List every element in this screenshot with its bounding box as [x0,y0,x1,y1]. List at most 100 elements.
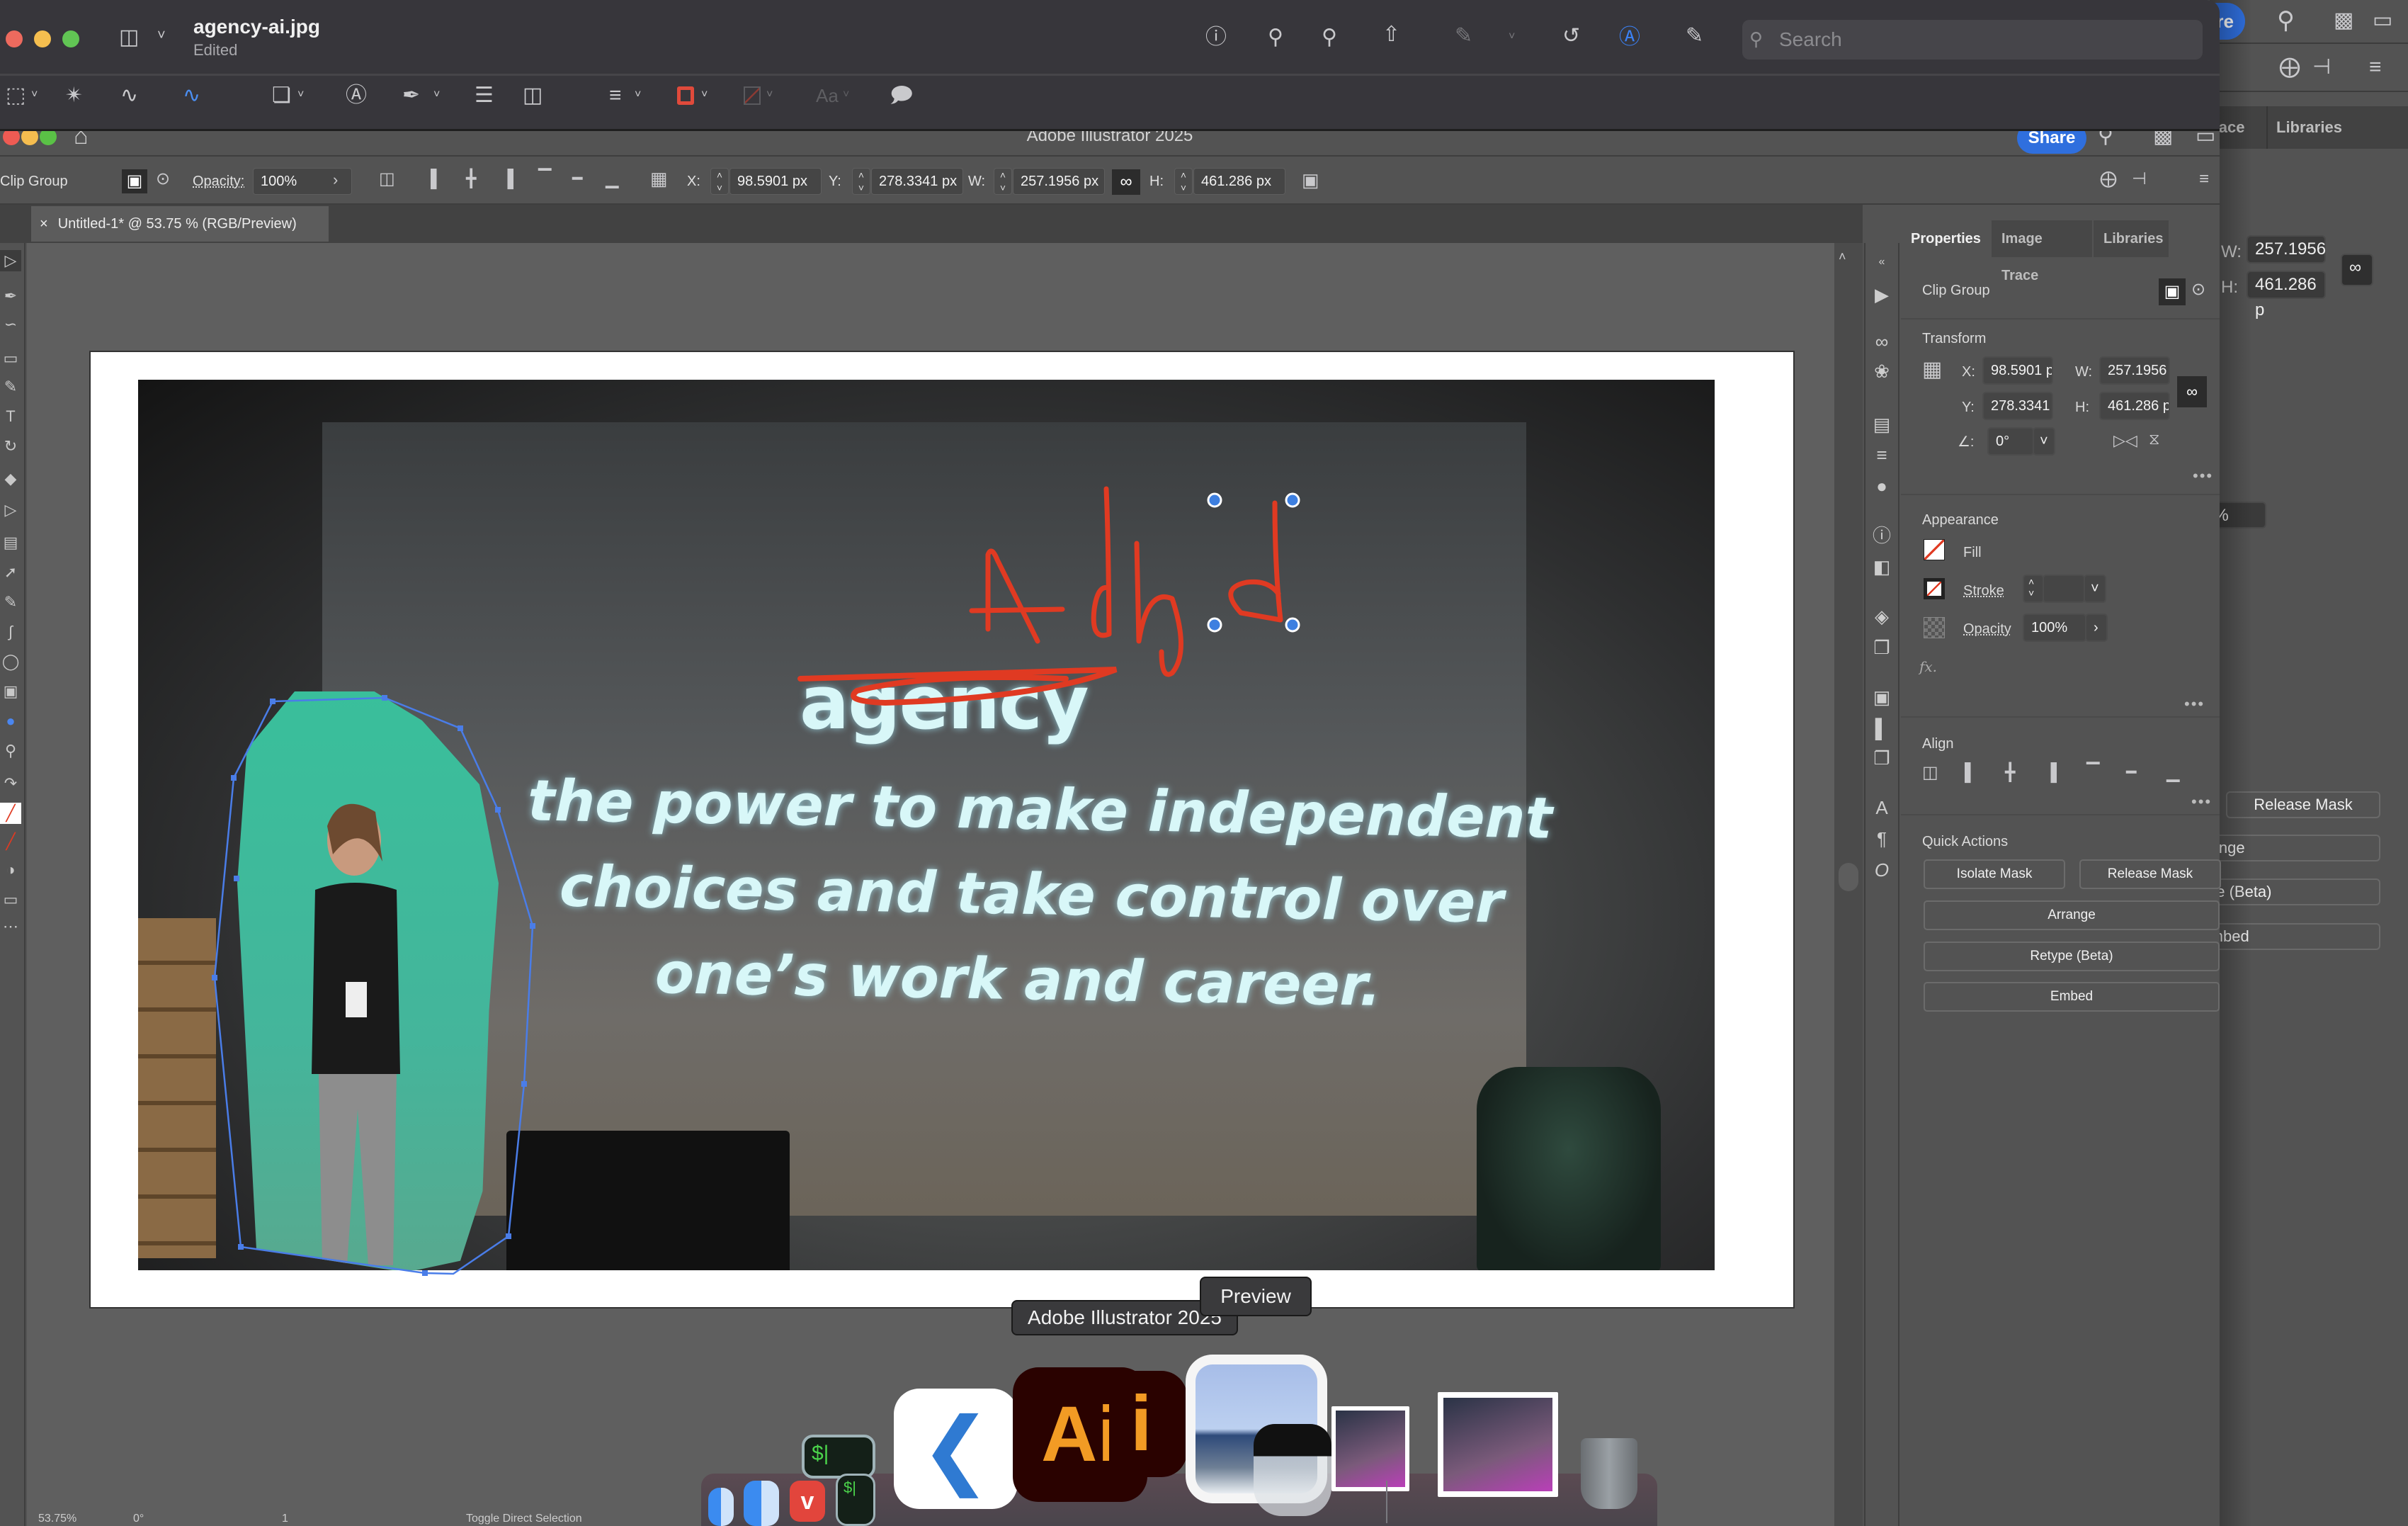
panel-align-hcenter-icon[interactable]: ╋ [2005,764,2015,781]
bg-search-icon[interactable]: ⚲ [2277,9,2295,33]
placed-photo[interactable]: agency the power to make independent cho… [138,380,1715,1270]
control-menu-icon[interactable]: ≡ [2199,171,2209,188]
sidebar-toggle-icon[interactable]: ◫ [119,27,139,48]
align-vcenter-icon[interactable]: ━ [572,171,582,188]
rotate-angle-dropdown[interactable]: ˅ [2033,427,2055,456]
fill-swatch-icon[interactable]: ╱ [0,803,21,824]
align-more-options-icon[interactable]: ••• [2191,793,2212,811]
transform-w-field[interactable]: 257.1956 [2099,356,2170,385]
reference-point-grid-icon[interactable]: ▦ [1922,359,1942,380]
appearance-opacity-label[interactable]: Opacity [1963,621,2011,638]
width-tool-icon[interactable]: ▷ [0,499,21,521]
dock-vscode-icon[interactable]: ❮ [894,1389,1018,1509]
blend-tool-icon[interactable]: ∫ [0,621,21,643]
draw-icon[interactable]: ∿ [183,85,200,106]
opacity-label[interactable]: Opacity: [193,174,244,190]
opacity-expand-icon[interactable]: › [333,172,338,188]
stroke-weight-field[interactable] [2043,575,2085,603]
share-icon[interactable]: ⇧ [1382,24,1400,45]
shapes-dropdown-icon[interactable]: ˅ [297,89,304,101]
rotate-tool-icon[interactable]: ↻ [0,436,21,457]
pathfinder-panel-icon[interactable]: ❐ [1865,743,1898,773]
stroke-weight-dropdown[interactable]: ˅ [2084,575,2106,603]
transform-more-options-icon[interactable]: ••• [2193,467,2213,485]
collapse-panels-icon[interactable]: « [1865,247,1898,277]
panel-align-top-icon[interactable]: ▔ [2086,764,2099,781]
panel-align-left-icon[interactable]: ▌ [1965,764,1977,781]
flip-horizontal-icon[interactable]: ▷◁ [2113,433,2137,448]
align-hcenter-icon[interactable]: ╋ [466,171,476,188]
zoom-in-icon[interactable]: ⚲ [1322,27,1337,48]
tab-libraries[interactable]: Libraries [2094,220,2169,257]
fill-color-dropdown-icon[interactable]: ˅ [766,89,773,101]
dock-vivaldi-icon[interactable]: v [790,1481,825,1522]
align-to-selection-icon[interactable]: ◫ [1922,764,1938,781]
brushes-panel-icon[interactable]: ❀ [1865,356,1898,386]
h-stepper[interactable]: ˄ ˅ [1174,168,1193,195]
bg-snap-icon[interactable]: ⊣ [2312,57,2331,78]
rect-select-icon[interactable]: ⬚ [6,85,25,106]
preview-minimize-button[interactable] [34,30,51,47]
rectangle-tool-icon[interactable]: ▭ [0,348,21,369]
character-panel-icon[interactable]: A [1865,793,1898,823]
transform-h-field[interactable]: 461.286 p [2099,392,2170,420]
eraser-tool-icon[interactable]: ◆ [0,468,21,490]
align-to-icon[interactable]: ◫ [379,171,395,188]
retype-beta-button[interactable]: Retype (Beta) [1924,942,2220,971]
scrollbar-thumb[interactable] [1839,863,1858,891]
pencil-tool-icon[interactable]: ✎ [0,376,21,397]
highlight-icon[interactable]: ✎ [1455,26,1472,47]
align-top-icon[interactable]: ▔ [538,171,551,188]
info-panel-icon[interactable]: ⓘ [1865,521,1898,550]
stroke-swatch-none-icon[interactable] [1924,578,1945,599]
bg-grid-icon[interactable]: ⨁ [2279,57,2300,78]
align-right-icon[interactable]: ▐ [501,171,513,188]
x-stepper[interactable]: ˄ ˅ [710,168,729,195]
curvature-tool-icon[interactable]: ∽ [0,314,21,335]
dock-finder-icon[interactable] [708,1488,734,1526]
arrange-button[interactable]: Arrange [1924,900,2220,930]
dock-illustrator-icon-2[interactable]: i [1109,1371,1187,1477]
gradient-panel-icon[interactable]: ▤ [1865,409,1898,439]
h-field[interactable]: 461.286 px [1193,168,1285,195]
panel-align-vcenter-icon[interactable]: ━ [2126,764,2136,781]
search-field[interactable]: Search [1742,20,2203,60]
x-field[interactable]: 98.5901 px [729,168,822,195]
fill-color-icon[interactable] [744,86,761,105]
border-color-icon[interactable] [677,86,694,105]
appearance-opacity-expand[interactable]: › [2085,614,2108,642]
align-panel-icon[interactable]: ▌ [1865,713,1898,743]
reference-point-icon[interactable]: ▦ [650,169,668,188]
stroke-weight-stepper[interactable]: ˄ ˅ [2023,575,2044,603]
text-box-icon[interactable]: Ⓐ [346,85,367,106]
edit-contents-icon[interactable]: ⊙ [156,171,170,188]
fill-swatch-none-icon[interactable] [1924,539,1945,560]
sign-icon[interactable]: ✒ [402,85,420,106]
line-style-icon[interactable]: ≡ [609,85,622,106]
swap-fill-stroke-icon[interactable]: ↷ [0,773,21,794]
constrain-wh-icon[interactable]: ∞ [2177,376,2207,407]
line-style-dropdown-icon[interactable]: ˅ [635,89,641,101]
info-icon[interactable]: ⓘ [1205,27,1227,48]
stroke-panel-icon[interactable]: ≡ [1865,440,1898,470]
annotation-icon[interactable]: 🗩 [890,85,913,106]
preview-close-button[interactable] [6,30,23,47]
bg-tab-libraries[interactable]: Libraries [2266,106,2351,149]
screen-mode-icon[interactable]: ▭ [0,889,21,910]
tab-properties[interactable]: Properties [1901,220,1990,257]
tab-image-trace[interactable]: Image Trace [1992,220,2092,283]
dock-photos-stack-icon-2[interactable] [1438,1392,1558,1497]
appearance-panel-icon[interactable]: ● [1865,471,1898,501]
align-left-icon[interactable]: ▌ [431,171,443,188]
pen-tool-icon[interactable]: ✒ [0,286,21,307]
edit-clip-path-icon[interactable]: ▣ [2159,278,2186,305]
direct-selection-tool-icon[interactable]: ▷ [0,250,21,271]
embed-button[interactable]: Embed [1924,982,2220,1012]
y-stepper[interactable]: ˄ ˅ [852,168,870,195]
dock-terminal-icon-2[interactable]: $| [836,1474,875,1526]
sidebar-dropdown-icon[interactable]: ˅ [157,28,166,43]
stroke-label[interactable]: Stroke [1963,583,2004,599]
isolate-mask-button[interactable]: Isolate Mask [1924,859,2065,889]
instant-alpha-icon[interactable]: ✴ [65,85,83,106]
document-tab[interactable]: × Untitled-1* @ 53.75 % (RGB/Preview) [31,206,329,242]
